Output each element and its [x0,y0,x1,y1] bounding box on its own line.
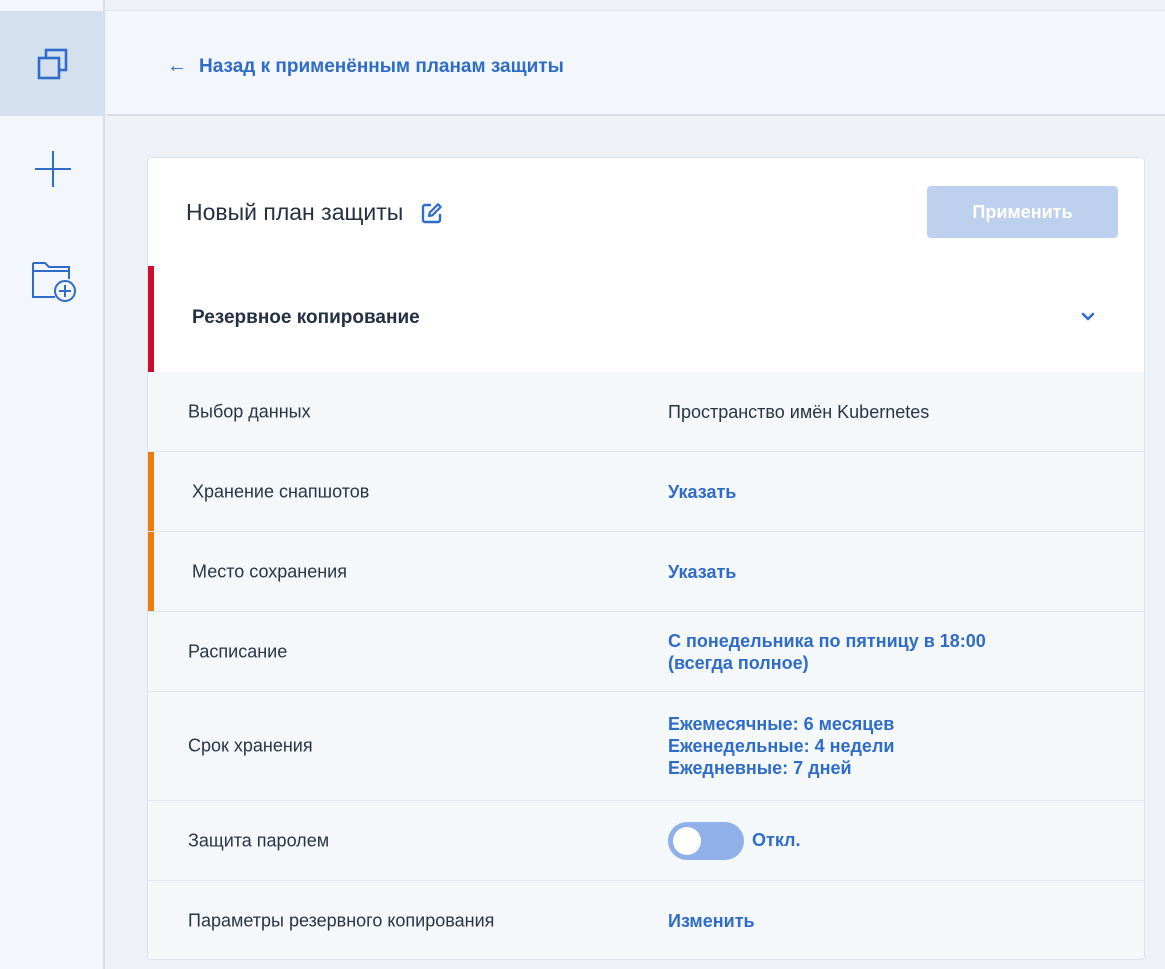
password-toggle[interactable] [668,821,744,860]
schedule-link[interactable]: С понедельника по пятницу в 18:00 (всегд… [668,630,986,674]
left-rail [0,0,105,969]
rail-item-add-folder[interactable] [0,226,105,331]
row-label: Срок хранения [188,735,313,756]
change-link[interactable]: Изменить [668,910,755,932]
header-bar: ← Назад к применённым планам защиты [107,11,1165,116]
row-label: Расписание [188,641,288,661]
row-warning-marker [148,532,154,611]
retention-link[interactable]: Ежемесячные: 6 месяцев Еженедельные: 4 н… [668,713,894,779]
plan-header: Новый план защиты Применить [148,158,1144,267]
password-toggle-wrap: Откл. [668,821,801,860]
chevron-down-icon[interactable] [1078,306,1098,326]
back-link-label: Назад к применённым планам защиты [199,55,564,77]
schedule-line: С понедельника по пятницу в 18:00 [668,630,986,651]
section-title: Резервное копирование [192,307,420,328]
section-backup-header[interactable]: Резервное копирование [148,266,1144,373]
toggle-knob [673,826,701,855]
row-label: Выбор данных [188,401,311,421]
row-label: Место сохранения [192,561,347,581]
back-link[interactable]: ← Назад к применённым планам защиты [167,55,564,78]
plan-name-text: Новый план защиты [186,199,404,225]
retention-line: Ежедневные: 7 дней [668,758,852,778]
row-retention: Срок хранения Ежемесячные: 6 месяцев Еже… [148,692,1144,801]
arrow-left-icon: ← [167,55,187,77]
rail-item-add[interactable] [0,116,105,221]
retention-line: Еженедельные: 4 недели [668,736,895,756]
row-warning-marker [148,452,154,531]
protection-plan-card: Новый план защиты Применить Резервное ко… [147,157,1145,960]
schedule-line: (всегда полное) [668,652,809,673]
row-label: Защита паролем [188,830,330,850]
row-destination: Место сохранения Указать [148,532,1144,612]
row-schedule: Расписание С понедельника по пятницу в 1… [148,612,1144,692]
row-label: Параметры резервного копирования [188,910,495,931]
row-value: Пространство имён Kubernetes [668,401,930,422]
plan-title: Новый план защиты [186,199,443,226]
rail-item-plans[interactable] [0,11,105,116]
row-data-selection: Выбор данных Пространство имён Kubernete… [148,372,1144,452]
specify-link[interactable]: Указать [668,561,736,583]
row-password-protection: Защита паролем Откл. [148,801,1144,881]
folder-add-icon [31,261,76,302]
specify-link[interactable]: Указать [668,481,736,503]
section-error-marker [148,266,154,372]
overlap-squares-icon [37,48,67,79]
toggle-state-label: Откл. [752,830,801,850]
retention-line: Ежемесячные: 6 месяцев [668,714,895,734]
row-backup-options: Параметры резервного копирования Изменит… [148,881,1144,959]
apply-button[interactable]: Применить [927,186,1118,238]
pencil-edit-icon[interactable] [421,202,443,224]
row-label: Хранение снапшотов [192,481,370,501]
row-snapshot-retention: Хранение снапшотов Указать [148,452,1144,532]
plus-icon [34,150,71,187]
